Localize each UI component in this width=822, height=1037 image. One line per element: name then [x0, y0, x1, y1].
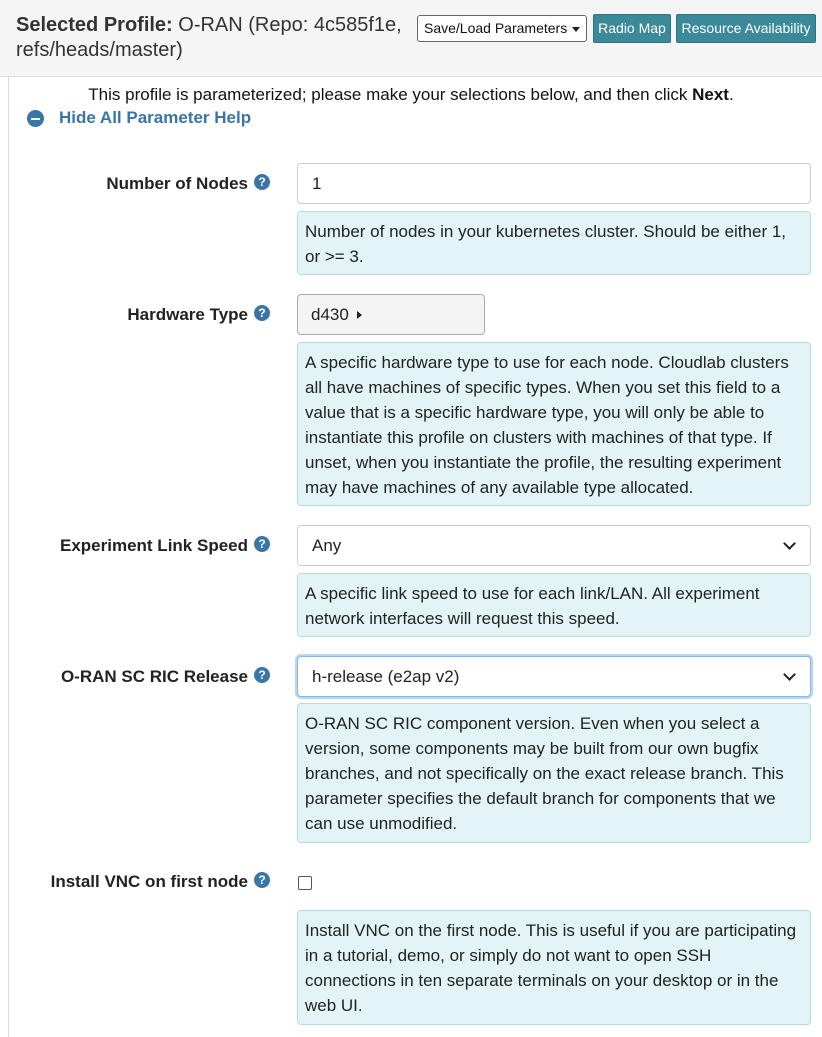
- resource-availability-button[interactable]: Resource Availability: [676, 14, 816, 43]
- intro-next-emphasis: Next: [692, 85, 729, 104]
- save-load-label: Save/Load Parameters: [424, 20, 568, 36]
- chevron-down-icon: [783, 668, 796, 681]
- caret-down-icon: [572, 27, 580, 32]
- ric-release-label: O-RAN SC RIC Release: [60, 667, 248, 686]
- radio-map-button[interactable]: Radio Map: [593, 14, 671, 43]
- vnc-label: Install VNC on first node: [50, 872, 248, 891]
- nodes-label: Number of Nodes: [106, 174, 248, 193]
- vnc-help: Install VNC on the first node. This is u…: [297, 910, 811, 1025]
- link-speed-label: Experiment Link Speed: [60, 536, 248, 555]
- intro-sentence: This profile is parameterized; please ma…: [88, 85, 693, 104]
- question-circle-icon[interactable]: ?: [254, 174, 270, 190]
- vnc-checkbox[interactable]: [298, 876, 312, 890]
- caret-right-icon: [356, 310, 362, 319]
- profile-header: Selected Profile: O-RAN (Repo: 4c585f1e,…: [0, 0, 822, 77]
- intro-period: .: [728, 85, 734, 104]
- nodes-input[interactable]: 1: [297, 163, 811, 204]
- hardware-type-value: d430: [311, 305, 349, 324]
- intro-text: This profile is parameterized; please ma…: [0, 84, 822, 106]
- link-speed-select[interactable]: Any: [297, 525, 811, 566]
- nodes-help: Number of nodes in your kubernetes clust…: [297, 211, 811, 275]
- ric-release-help: O-RAN SC RIC component version. Even whe…: [297, 703, 811, 843]
- hardware-type-button[interactable]: d430: [297, 294, 485, 335]
- save-load-parameters-dropdown[interactable]: Save/Load Parameters: [417, 15, 587, 42]
- hardware-help: A specific hardware type to use for each…: [297, 342, 811, 506]
- question-circle-icon[interactable]: ?: [254, 872, 270, 888]
- link-speed-value: Any: [312, 536, 342, 555]
- ric-release-select[interactable]: h-release (e2ap v2): [297, 656, 811, 697]
- hide-all-help-label: Hide All Parameter Help: [59, 108, 252, 127]
- hardware-label: Hardware Type: [127, 305, 248, 324]
- question-circle-icon[interactable]: ?: [254, 536, 270, 552]
- page-title: Selected Profile: O-RAN (Repo: 4c585f1e,…: [16, 13, 411, 63]
- chevron-down-icon: [783, 537, 796, 550]
- title-label: Selected Profile:: [16, 14, 173, 36]
- minus-circle-icon: [27, 110, 44, 127]
- question-circle-icon[interactable]: ?: [254, 305, 270, 321]
- link-speed-help: A specific link speed to use for each li…: [297, 573, 811, 637]
- ric-release-value: h-release (e2ap v2): [312, 667, 460, 686]
- question-circle-icon[interactable]: ?: [254, 667, 270, 683]
